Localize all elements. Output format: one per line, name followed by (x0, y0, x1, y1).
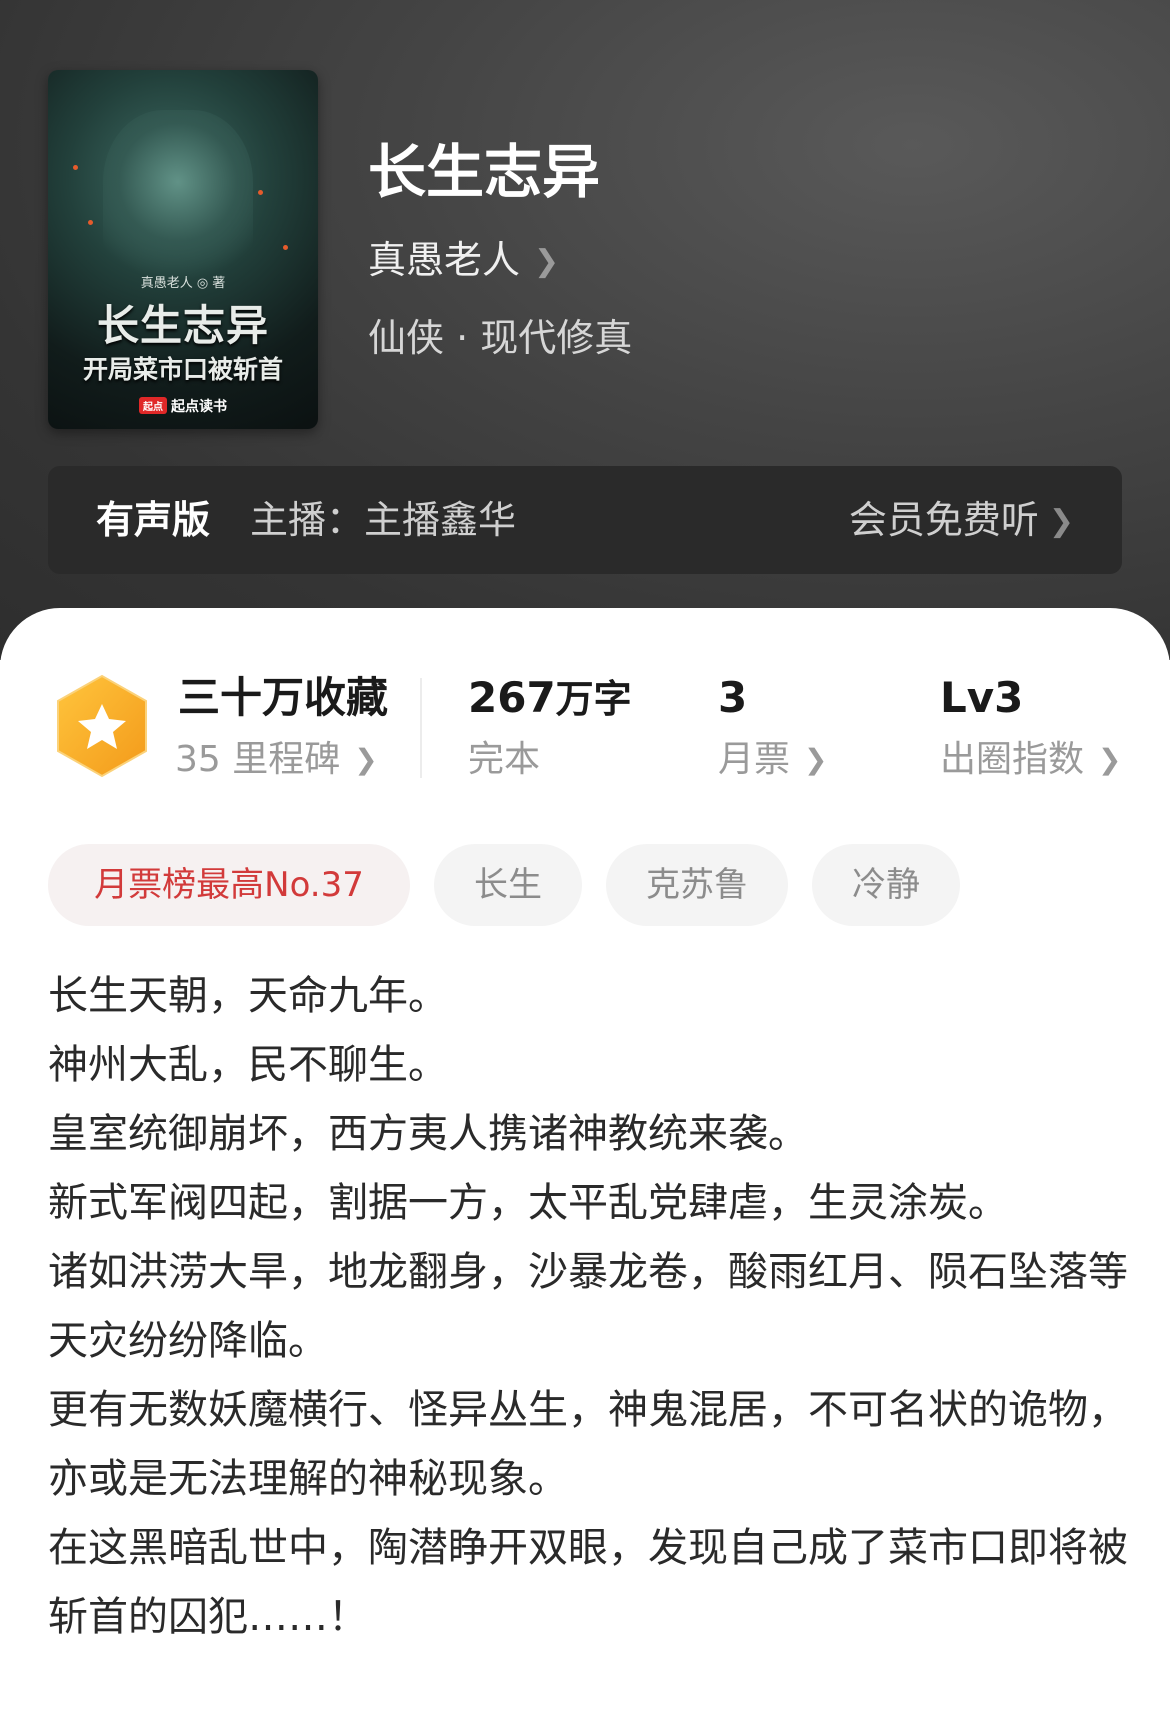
collection-count: 三十万收藏 (178, 673, 389, 722)
member-free-listen-label: 会员免费听 (848, 498, 1039, 542)
book-cover[interactable]: 真愚老人 ◎ 著 长生志异 开局菜市口被斩首 起点 起点读书 (48, 70, 318, 429)
tag-longevity[interactable]: 长生 (434, 844, 582, 926)
cover-ember (283, 245, 288, 250)
influence-level: Lv3 (940, 673, 1024, 722)
cover-publisher: 起点 起点读书 (48, 396, 318, 416)
cover-art-figure (103, 110, 253, 290)
publisher-name: 起点读书 (171, 399, 227, 415)
audio-edition-bar[interactable]: 有声版 主播：主播鑫华 会员免费听 ❯ (48, 466, 1122, 574)
milestone-label: 35 里程碑 (175, 739, 341, 780)
synopsis-paragraph: 诸如洪涝大旱，地龙翻身，沙暴龙卷，酸雨红月、陨石坠落等天灾纷纷降临。 (48, 1249, 1128, 1364)
monthly-ticket-label: 月票 (718, 739, 791, 780)
cover-title: 长生志异 (96, 301, 269, 350)
synopsis-paragraph: 更有无数妖魔横行、怪异丛生，神鬼混居，不可名状的诡物，亦或是无法理解的神秘现象。 (48, 1387, 1128, 1502)
cover-author: 真愚老人 ◎ 著 (140, 276, 226, 291)
book-header: 真愚老人 ◎ 著 长生志异 开局菜市口被斩首 起点 起点读书 长生志异 真愚老人 ❯… (0, 0, 1170, 660)
milestone-link[interactable]: 35 里程碑 ❯ (175, 734, 378, 786)
synopsis-paragraph: 皇室统御崩坏，西方夷人携诸神教统来袭。 (48, 1111, 808, 1157)
chevron-right-icon: ❯ (1048, 504, 1074, 539)
monthly-ticket-link[interactable]: 月票 ❯ (718, 734, 827, 786)
chevron-right-icon: ❯ (1098, 743, 1122, 776)
chevron-right-icon: ❯ (354, 743, 378, 776)
stats-divider (420, 678, 422, 778)
chevron-right-icon: ❯ (534, 244, 560, 279)
audio-edition-label: 有声版 (96, 498, 211, 542)
star-badge-icon[interactable] (54, 674, 150, 778)
audio-host: 主播：主播鑫华 (250, 498, 517, 542)
author-link[interactable]: 真愚老人 ❯ (368, 232, 559, 290)
cover-ember (73, 165, 78, 170)
influence-label: 出圈指数 (940, 739, 1085, 780)
publisher-logo: 起点 (139, 397, 167, 414)
synopsis: 长生天朝，天命九年。 神州大乱，民不聊生。 皇室统御崩坏，西方夷人携诸神教统来袭… (48, 962, 1128, 1652)
synopsis-paragraph: 神州大乱，民不聊生。 (48, 1042, 448, 1088)
tag-ranking[interactable]: 月票榜最高No.37 (48, 844, 410, 926)
genre-label: 仙侠 · 现代修真 (368, 316, 633, 360)
word-count-number: 267 (468, 673, 556, 722)
cover-subtitle: 开局菜市口被斩首 (82, 355, 283, 384)
chevron-right-icon: ❯ (804, 743, 828, 776)
author-name: 真愚老人 (368, 238, 521, 282)
word-count-unit: 万字 (555, 677, 632, 721)
tag-calm[interactable]: 冷静 (812, 844, 960, 926)
book-title: 长生志异 (368, 138, 601, 206)
member-free-listen-link[interactable]: 会员免费听 ❯ (849, 492, 1074, 550)
cover-ember (258, 190, 263, 195)
tag-cthulhu[interactable]: 克苏鲁 (606, 844, 788, 926)
cover-ember (88, 220, 93, 225)
influence-link[interactable]: 出圈指数 ❯ (940, 734, 1121, 786)
synopsis-paragraph: 新式军阀四起，割据一方，太平乱党肆虐，生灵涂炭。 (48, 1180, 1008, 1226)
synopsis-paragraph: 在这黑暗乱世中，陶潜睁开双眼，发现自己成了菜市口即将被斩首的囚犯……！ (48, 1525, 1128, 1640)
word-count: 267万字 (468, 668, 632, 729)
monthly-ticket-count: 3 (718, 673, 748, 722)
synopsis-paragraph: 长生天朝，天命九年。 (48, 973, 448, 1019)
completion-status: 完本 (468, 739, 541, 780)
